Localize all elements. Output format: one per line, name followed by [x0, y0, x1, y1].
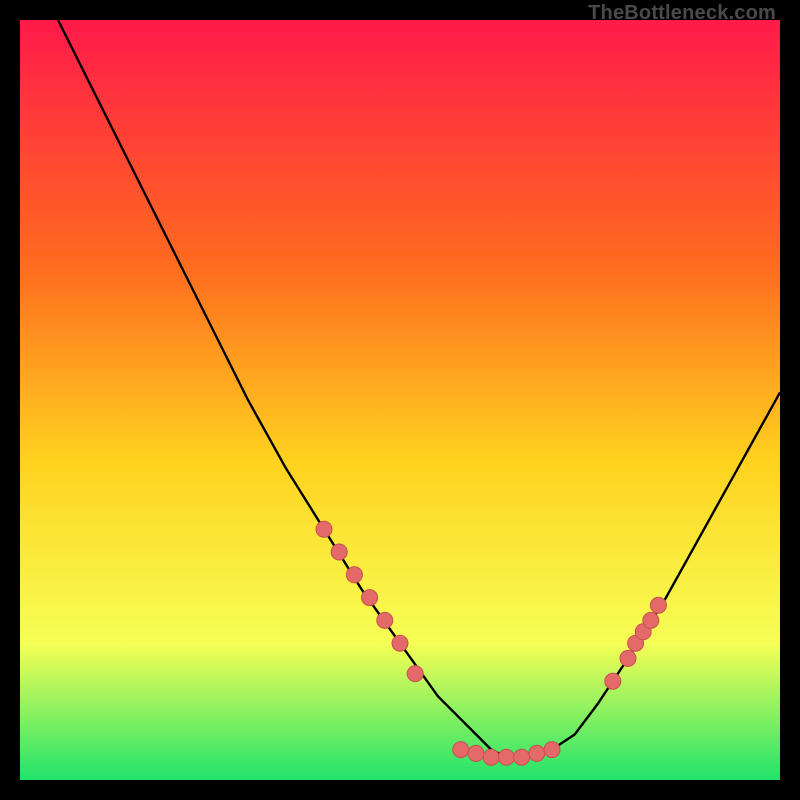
- data-marker: [620, 650, 636, 666]
- data-marker: [407, 666, 423, 682]
- data-marker: [362, 590, 378, 606]
- bottleneck-chart: [20, 20, 780, 780]
- data-marker: [643, 612, 659, 628]
- data-marker: [331, 544, 347, 560]
- data-marker: [316, 521, 332, 537]
- data-marker: [377, 612, 393, 628]
- gradient-background: [20, 20, 780, 780]
- data-marker: [392, 635, 408, 651]
- data-marker: [529, 745, 545, 761]
- data-marker: [544, 742, 560, 758]
- data-marker: [346, 567, 362, 583]
- data-marker: [498, 749, 514, 765]
- data-marker: [514, 749, 530, 765]
- watermark-text: TheBottleneck.com: [588, 2, 776, 25]
- data-marker: [453, 742, 469, 758]
- data-marker: [650, 597, 666, 613]
- data-marker: [483, 749, 499, 765]
- data-marker: [605, 673, 621, 689]
- data-marker: [468, 745, 484, 761]
- chart-frame: [20, 20, 780, 780]
